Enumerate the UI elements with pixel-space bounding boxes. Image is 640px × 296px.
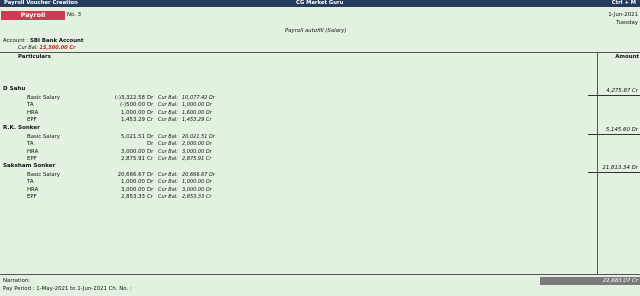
grand-total: 22,683.07 Cr xyxy=(540,277,640,285)
pay-head-balance-label: Cur Bal: xyxy=(158,116,178,123)
pay-head-balance-label: Cur Bal: xyxy=(158,95,178,101)
employee-total: 5,145.60 Dr xyxy=(605,127,638,133)
employee-total-underline xyxy=(588,172,640,173)
pay-head-balance: 1,000.00 Dr xyxy=(182,179,212,186)
pay-head-amount[interactable]: 1,000.00 xyxy=(96,179,145,185)
company-name: CG Market Guru xyxy=(296,0,344,6)
account-balance-label: Cur Bal: xyxy=(18,45,38,51)
voucher-type-badge[interactable]: Payroll xyxy=(1,11,65,20)
pay-head-name[interactable]: Basic Salary xyxy=(27,95,60,101)
pay-head-name[interactable]: EPF xyxy=(27,194,37,200)
pay-head-drcr: Dr xyxy=(147,109,154,116)
voucher-day: Tuesday xyxy=(616,20,638,26)
pay-head-balance: 2,000.00 Dr xyxy=(182,141,212,148)
pay-head-name[interactable]: HRA xyxy=(27,149,38,155)
pay-head-drcr: Cr xyxy=(147,155,153,162)
table-bottom-divider xyxy=(0,274,640,275)
pay-head-balance: 10,077.42 Dr xyxy=(182,95,215,101)
pay-head-drcr: Dr xyxy=(147,134,154,140)
employee-name[interactable]: R.K. Sonker xyxy=(3,125,40,131)
pay-head-amount[interactable]: 5,021.51 xyxy=(96,134,145,140)
pay-head-balance-label: Cur Bal: xyxy=(158,148,178,155)
pay-head-balance: 20,666.67 Dr xyxy=(182,172,215,178)
pay-head-balance: 1,453.29 Cr xyxy=(182,116,212,123)
pay-period-text: Pay Period : 1-May-2021 to 1-Jun-2021 Ch… xyxy=(3,286,132,292)
pay-head-amount[interactable]: (-)500.00 xyxy=(96,102,145,108)
pay-head-balance: 3,000.00 Dr xyxy=(182,148,212,155)
voucher-date[interactable]: 1-Jun-2021 xyxy=(608,12,638,18)
pay-head-amount[interactable]: 3,000.00 xyxy=(96,187,145,193)
voucher-number[interactable]: No. 3 xyxy=(67,12,81,18)
pay-head-balance-label: Cur Bal: xyxy=(158,109,178,116)
narration-label[interactable]: Narration: xyxy=(3,278,30,284)
account-balance-value: 15,500.00 Cr xyxy=(39,45,76,51)
account-name[interactable]: SBI Bank Account xyxy=(30,38,83,44)
employee-name[interactable]: D Sahu xyxy=(3,86,25,92)
pay-head-balance: 2,853.33 Cr xyxy=(182,193,212,200)
employee-total: 4,275.87 Cr xyxy=(606,88,638,94)
employee-total-underline xyxy=(588,134,640,135)
pay-head-drcr: Dr xyxy=(147,95,154,101)
pay-head-balance-label: Cur Bal: xyxy=(158,186,178,193)
pay-head-name[interactable]: TA xyxy=(27,179,34,185)
pay-head-amount[interactable]: 2,853.33 xyxy=(96,194,145,200)
account-balance: Cur Bal: 15,500.00 Cr xyxy=(18,45,76,51)
pay-head-balance: 20,021.51 Dr xyxy=(182,134,215,140)
particulars-header: Particulars xyxy=(18,54,51,60)
table-top-divider xyxy=(0,52,640,53)
pay-head-drcr: Dr xyxy=(147,179,154,186)
pay-head-balance-label: Cur Bal: xyxy=(158,141,178,148)
pay-head-balance-label: Cur Bal: xyxy=(158,102,178,109)
pay-head-amount[interactable]: 20,666.67 xyxy=(96,172,145,178)
title-bar: Payroll Voucher Creation CG Market Guru … xyxy=(0,0,640,7)
pay-head-balance-label: Cur Bal: xyxy=(158,179,178,186)
account-label: Account : xyxy=(3,38,29,44)
pay-head-amount[interactable] xyxy=(96,141,145,147)
window-title: Payroll Voucher Creation xyxy=(4,0,78,6)
shortcut-hint: Ctrl + M xyxy=(611,0,636,6)
pay-head-drcr: Dr xyxy=(147,102,154,109)
amount-column-divider xyxy=(597,52,598,274)
pay-head-name[interactable]: HRA xyxy=(27,187,38,193)
pay-head-name[interactable]: Basic Salary xyxy=(27,134,60,140)
pay-head-drcr: Dr xyxy=(147,186,154,193)
pay-head-balance-label: Cur Bal: xyxy=(158,172,178,178)
employee-total: 21,813.34 Dr xyxy=(602,165,638,171)
employee-name[interactable]: Saksham Sonker xyxy=(3,163,55,169)
pay-head-name[interactable]: EPF xyxy=(27,156,37,162)
pay-head-drcr: Dr xyxy=(147,141,154,148)
pay-head-name[interactable]: EPF xyxy=(27,117,37,123)
pay-head-name[interactable]: HRA xyxy=(27,110,38,116)
pay-head-drcr: Dr xyxy=(147,148,154,155)
pay-head-balance-label: Cur Bal: xyxy=(158,134,178,140)
pay-head-name[interactable]: TA xyxy=(27,102,34,108)
pay-head-balance-label: Cur Bal: xyxy=(158,155,178,162)
pay-head-drcr: Dr xyxy=(147,172,154,178)
voucher-number-value: 3 xyxy=(77,12,82,18)
pay-head-balance: 1,000.00 Dr xyxy=(182,102,212,109)
pay-head-balance: 2,875.91 Cr xyxy=(182,155,212,162)
pay-head-balance: 3,000.00 Dr xyxy=(182,186,212,193)
employee-total-underline xyxy=(588,95,640,96)
account-row: Account : SBI Bank Account xyxy=(3,38,83,44)
pay-head-drcr: Cr xyxy=(147,193,153,200)
amount-header: Amount xyxy=(615,54,639,60)
pay-head-amount[interactable]: 3,000.00 xyxy=(96,149,145,155)
pay-head-drcr: Cr xyxy=(147,116,153,123)
pay-head-amount[interactable]: 1,000.00 xyxy=(96,110,145,116)
pay-head-balance-label: Cur Bal: xyxy=(158,193,178,200)
pay-head-amount[interactable]: 1,453.29 xyxy=(96,117,145,123)
pay-head-amount[interactable]: (-)3,322.58 xyxy=(96,95,145,101)
voucher-number-label: No. xyxy=(67,12,76,18)
pay-head-amount[interactable]: 2,875.91 xyxy=(96,156,145,162)
pay-head-name[interactable]: Basic Salary xyxy=(27,172,60,178)
pay-head-balance: 1,600.00 Dr xyxy=(182,109,212,116)
payroll-autofill-subtitle: Payroll autofill (Salary) xyxy=(285,28,347,34)
pay-head-name[interactable]: TA xyxy=(27,141,34,147)
